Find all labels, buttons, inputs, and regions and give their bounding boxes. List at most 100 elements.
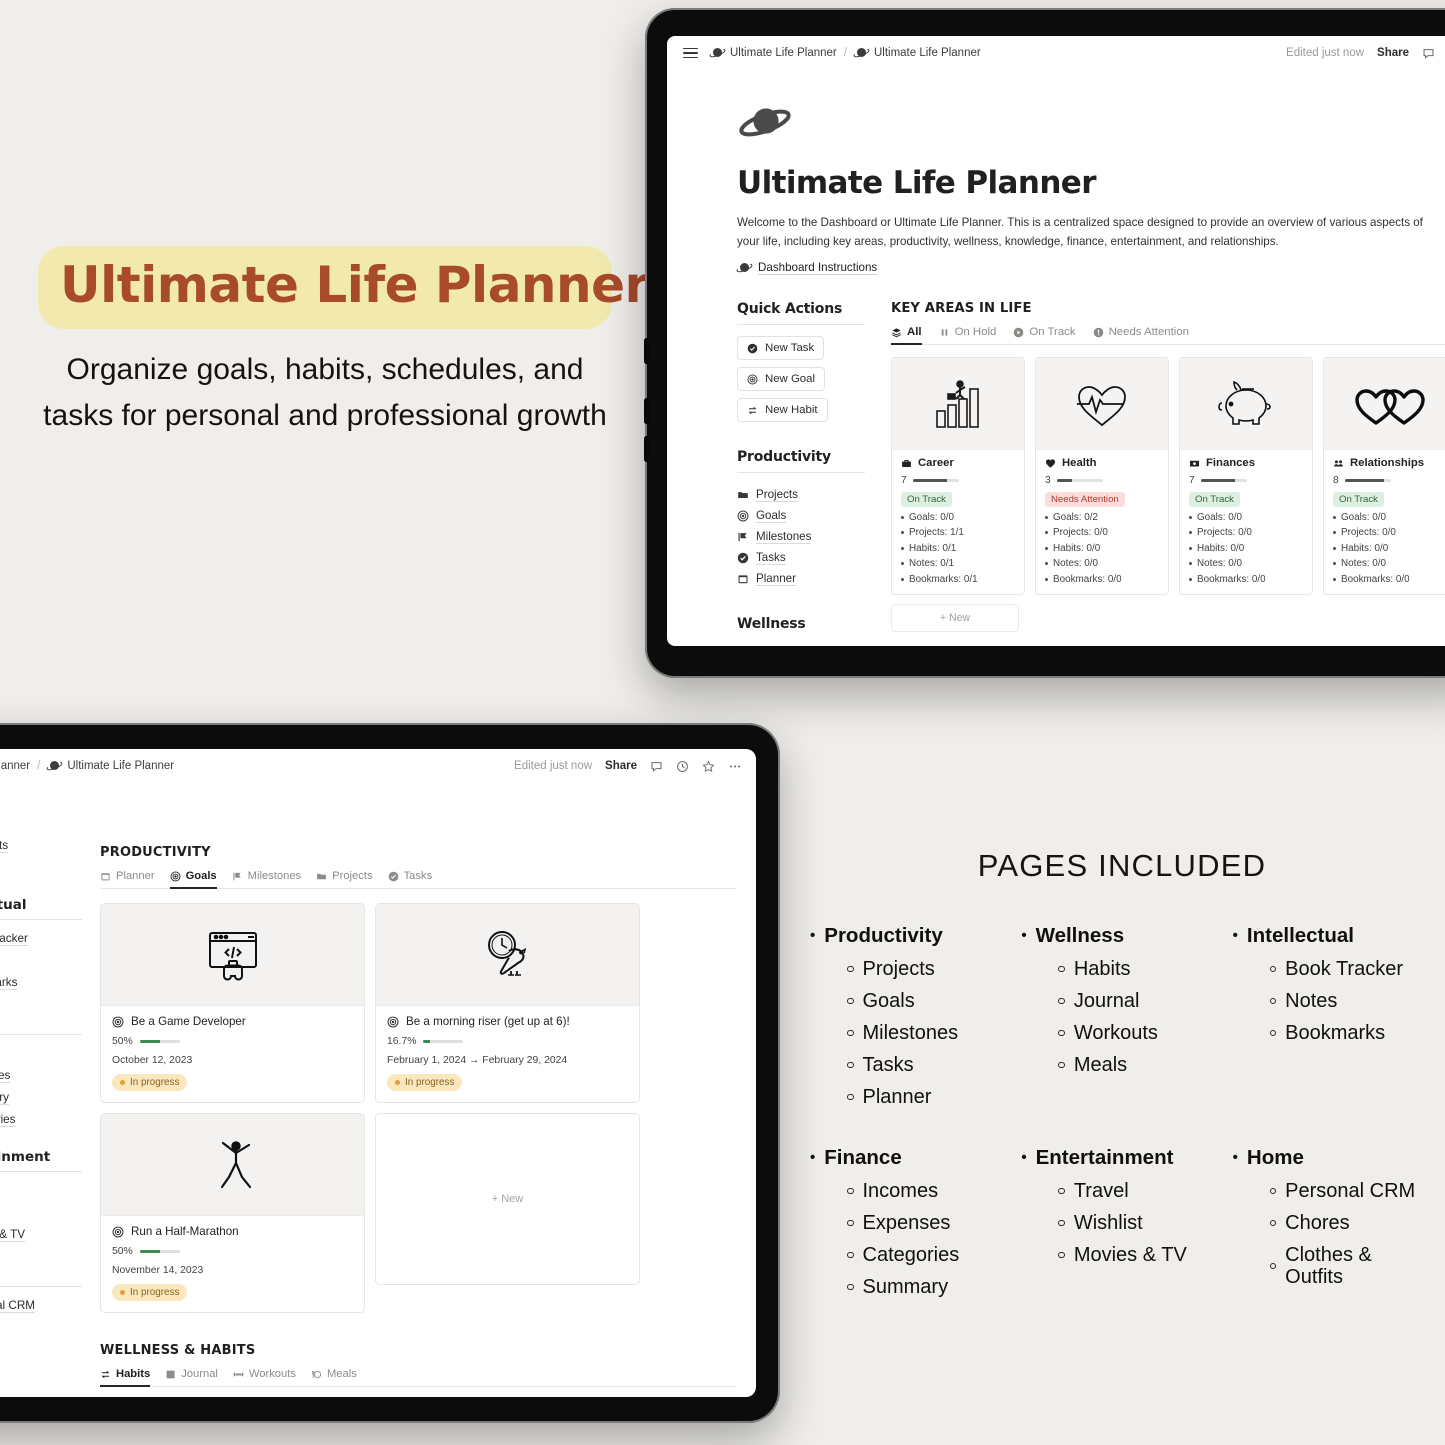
circle-bullet-icon [1269,1187,1277,1195]
pages-group-heading: • Home [1232,1146,1304,1169]
favorite-star-icon[interactable] [702,759,715,773]
sidebar-item-categories[interactable]: Categories [0,1109,82,1131]
nav-item-projects[interactable]: Projects [737,484,865,505]
sidebar-item-workouts[interactable]: Workouts [0,835,82,857]
sidebar-item-income[interactable]: Income [0,1043,82,1065]
sidebar-item-meals[interactable]: Meals [0,857,82,879]
key-area-stat: Notes: 0/0 [1045,558,1159,569]
tab-label-planner: Planner [116,870,155,882]
sidebar-item-expenses[interactable]: Expenses [0,1065,82,1087]
tab-projects[interactable]: Projects [316,870,373,888]
tablet-volume-up-button[interactable] [644,338,649,364]
sidebar-item-summary[interactable]: Summary [0,1087,82,1109]
new-task-button[interactable]: New Task [737,336,825,361]
sidebar-item-bookmarks[interactable]: Bookmarks [0,972,82,994]
new-goal-label: New Goal [765,373,816,386]
sidebar-heading-home: Home [0,1264,82,1287]
tab-meals[interactable]: Meals [311,1368,357,1386]
sidebar-item-personal-crm[interactable]: Personal CRM [0,1295,82,1317]
nav-item-goals[interactable]: Goals [737,505,865,526]
tab-workouts[interactable]: Workouts [233,1368,296,1386]
tab-tasks[interactable]: Tasks [388,870,433,888]
new-key-area-button[interactable]: + New [891,603,1019,632]
goal-date: October 12, 2023 [112,1055,193,1066]
sidebar-item-journal[interactable]: Journal [0,813,82,835]
key-area-card[interactable]: Career 7 On Track Goals: 0/0 Projects: 1… [891,357,1025,595]
bullet-dot-icon [1189,577,1192,581]
key-area-stat: Projects: 0/0 [1333,527,1445,538]
breadcrumb: mate Life Planner / Ultimate Life Planne… [0,760,174,772]
sidebar: Habits Journal Workouts Meals Intellectu… [0,783,92,1397]
breadcrumb-item-1[interactable]: mate Life Planner [0,760,30,772]
tab-needs-attention[interactable]: Needs Attention [1093,326,1189,344]
share-button[interactable]: Share [1377,47,1409,59]
comment-icon[interactable] [650,760,663,773]
tablet-device-bottom: mate Life Planner / Ultimate Life Planne… [0,723,780,1423]
key-areas-heading: KEY AREAS IN LIFE [891,301,1032,317]
key-area-card[interactable]: Relationships 8 On Track Goals: 0/0 Proj… [1323,357,1445,595]
share-button[interactable]: Share [605,760,637,772]
bullet-dot-icon [901,577,904,581]
sidebar-heading-entertainment: Entertainment [0,1149,82,1172]
tab-journal[interactable]: Journal [165,1368,218,1386]
pages-group-heading: • Intellectual [1232,924,1355,947]
goal-card[interactable]: Be a morning riser (get up at 6)! 16.7% … [375,903,640,1103]
more-options-icon[interactable] [728,760,742,773]
pages-item: Milestones [810,1022,1011,1044]
target-icon [112,1226,124,1238]
breadcrumb-item-2[interactable]: Ultimate Life Planner [852,47,981,59]
sidebar-item-notes[interactable]: Notes [0,950,82,972]
history-icon[interactable] [676,760,689,773]
comment-icon[interactable] [1422,47,1435,60]
page-title: Ultimate Life Planner [737,165,1097,201]
pages-item: Travel [1021,1180,1222,1202]
sidebar-item-book-tracker[interactable]: Book Tracker [0,928,82,950]
sidebar-item-wishlist[interactable]: Wishlist [0,1202,82,1224]
tab-habits[interactable]: Habits [100,1368,151,1387]
sidebar-item-habits[interactable]: Habits [0,791,82,813]
tablet-volume-down-button[interactable] [644,398,649,424]
key-area-score: 7 [901,475,907,487]
tab-planner[interactable]: Planner [100,870,155,888]
pages-item: Bookmarks [1233,1022,1434,1044]
key-area-card-body: Relationships 8 On Track Goals: 0/0 Proj… [1324,450,1445,594]
tab-goals[interactable]: Goals [169,870,217,889]
new-goal-button[interactable]: New Goal [737,367,826,392]
sidebar-item-travel[interactable]: Travel [0,1180,82,1202]
pages-item: Categories [810,1244,1011,1266]
bullet-dot-icon [901,562,904,566]
tab-label-tasks: Tasks [403,870,433,882]
key-area-title: Finances [1206,457,1255,470]
tablet-power-button[interactable] [644,436,649,462]
tab-label-milestones: Milestones [247,870,302,882]
new-habit-button[interactable]: New Habit [737,398,828,423]
sidebar-item-movies-tv[interactable]: Movies & TV [0,1224,82,1246]
goal-card[interactable]: Be a Game Developer 50% October 12, 2023… [100,903,365,1103]
pages-group: • Productivity Projects Goals Milestones… [810,924,1011,1108]
circle-bullet-icon [1269,997,1277,1005]
tab-on-hold[interactable]: On Hold [939,326,996,344]
key-area-card[interactable]: Health 3 Needs Attention Goals: 0/2 Proj… [1035,357,1169,595]
tab-on-track[interactable]: On Track [1013,326,1076,344]
menu-icon[interactable] [683,45,698,62]
circle-bullet-icon [1058,965,1065,973]
tab-milestones[interactable]: Milestones [232,870,301,888]
goal-card[interactable]: Run a Half-Marathon 50% November 14, 202… [100,1113,365,1313]
nav-item-planner[interactable]: Planner [737,568,865,589]
right-column: KEY AREAS IN LIFE All On Hold On Track N… [891,301,1445,646]
breadcrumb-item-2[interactable]: Ultimate Life Planner [45,760,174,772]
dashboard-instructions-link[interactable]: Dashboard Instructions [735,261,1445,276]
status-badge: On Track [1189,492,1240,508]
key-area-card[interactable]: Finances 7 On Track Goals: 0/0 Projects:… [1179,357,1313,595]
tab-label-workouts: Workouts [248,1368,296,1380]
tab-all[interactable]: All [891,326,922,346]
circle-bullet-icon [847,1219,854,1227]
goal-progress-row: 16.7% [387,1036,628,1047]
runner-illustration [101,1114,364,1216]
breadcrumb-item-1[interactable]: Ultimate Life Planner [708,47,837,59]
new-goal-card[interactable]: + New [375,1113,640,1285]
key-area-score-row: 3 [1045,475,1159,486]
nav-item-milestones[interactable]: Milestones [737,526,865,547]
pages-group: • Home Personal CRM Chores Clothes & Out… [1233,1146,1434,1298]
nav-item-tasks[interactable]: Tasks [737,547,865,568]
